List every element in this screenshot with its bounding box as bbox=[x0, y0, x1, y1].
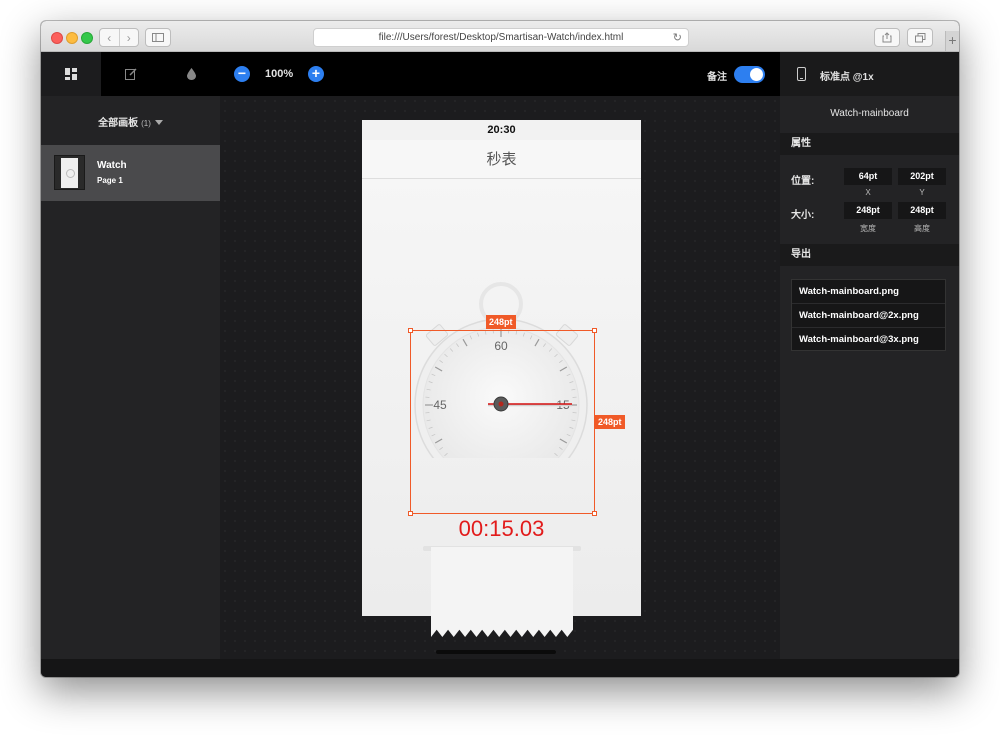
bottom-bar bbox=[41, 659, 959, 677]
inspector-panel: Watch-mainboard 属性 位置: 64pt 202pt X Y 大小… bbox=[780, 96, 959, 659]
close-window-button[interactable] bbox=[51, 32, 63, 44]
size-width-caption: 宽度 bbox=[860, 224, 876, 233]
new-tab-button[interactable]: + bbox=[945, 31, 959, 51]
back-button[interactable]: ‹ bbox=[100, 29, 119, 46]
canvas-scrollbar[interactable] bbox=[436, 650, 556, 654]
tab-annotations[interactable] bbox=[101, 52, 161, 96]
selection-box bbox=[408, 328, 597, 516]
status-bar-time: 20:30 bbox=[362, 120, 641, 140]
position-label: 位置: bbox=[791, 176, 815, 187]
export-section-header: 导出 bbox=[780, 244, 959, 266]
selection-height-badge: 248pt bbox=[595, 415, 625, 429]
tab-artboards[interactable] bbox=[41, 52, 101, 96]
zoom-in-button[interactable]: + bbox=[308, 66, 324, 82]
export-list: Watch-mainboard.png Watch-mainboard@2x.p… bbox=[791, 279, 946, 351]
export-item[interactable]: Watch-mainboard@2x.png bbox=[792, 304, 945, 328]
layer-name: Watch-mainboard bbox=[830, 108, 909, 119]
watch-area: 60 15 30 45 248pt 248pt 00:15 bbox=[362, 180, 641, 637]
artboard-filter-dropdown[interactable]: 全部画板 (1) bbox=[41, 114, 220, 129]
caret-down-icon bbox=[154, 120, 163, 125]
plus-icon: + bbox=[948, 32, 957, 48]
device-selector[interactable]: 标准点 @1x bbox=[780, 52, 959, 96]
notes-toggle[interactable] bbox=[734, 66, 765, 83]
forward-button[interactable]: › bbox=[118, 29, 139, 46]
zoom-level: 100% bbox=[265, 68, 294, 80]
url-text: file:///Users/forest/Desktop/Smartisan-W… bbox=[378, 32, 624, 43]
history-nav: ‹ › bbox=[99, 28, 139, 47]
device-scale-label: 标准点 @1x bbox=[820, 72, 874, 83]
nav-title: 秒表 bbox=[362, 140, 641, 179]
position-x-caption: X bbox=[865, 188, 871, 197]
sidebar-toggle-button[interactable] bbox=[145, 28, 171, 47]
size-width-value[interactable]: 248pt bbox=[844, 202, 892, 219]
plus-icon: + bbox=[311, 65, 321, 81]
artboard-name: Watch bbox=[97, 160, 127, 171]
laps-paper bbox=[431, 547, 573, 637]
artboard-sidebar: 全部画板 (1) Watch Page 1 bbox=[41, 96, 220, 659]
selection-handle[interactable] bbox=[408, 328, 413, 333]
artboard-filter-label: 全部画板 bbox=[98, 118, 139, 129]
artboard-count: (1) bbox=[141, 119, 151, 128]
position-y-value[interactable]: 202pt bbox=[898, 168, 946, 185]
minimize-window-button[interactable] bbox=[66, 32, 78, 44]
export-item[interactable]: Watch-mainboard@3x.png bbox=[792, 328, 945, 352]
toggle-knob bbox=[750, 68, 763, 81]
notes-toggle-label: 备注 bbox=[707, 72, 727, 83]
phone-icon bbox=[797, 67, 806, 81]
share-icon bbox=[882, 32, 892, 43]
dashboard-icon bbox=[65, 68, 77, 80]
browser-titlebar: ‹ › file:///Users/forest/Desktop/Smartis… bbox=[41, 21, 959, 52]
edit-icon bbox=[125, 68, 137, 80]
tabs-icon bbox=[914, 32, 925, 42]
design-canvas[interactable]: 20:30 秒表 60 45 248pt 248pt 00:15.03 bbox=[220, 96, 780, 656]
size-height-caption: 高度 bbox=[914, 224, 930, 233]
size-height-value[interactable]: 248pt bbox=[898, 202, 946, 219]
artboard-item-watch[interactable]: Watch Page 1 bbox=[41, 145, 220, 201]
sidebar-icon bbox=[152, 33, 164, 42]
chevron-right-icon: › bbox=[126, 30, 131, 45]
position-x-value[interactable]: 64pt bbox=[844, 168, 892, 185]
properties-section-header: 属性 bbox=[780, 133, 959, 155]
minus-icon: − bbox=[237, 65, 247, 81]
share-button[interactable] bbox=[874, 28, 900, 47]
droplet-icon bbox=[186, 68, 196, 80]
artboard-thumbnail bbox=[54, 155, 85, 190]
reload-icon[interactable]: ↻ bbox=[673, 31, 682, 44]
artboard-page: Page 1 bbox=[97, 176, 123, 185]
size-label: 大小: bbox=[791, 210, 815, 221]
chevron-left-icon: ‹ bbox=[107, 30, 112, 45]
tab-colors[interactable] bbox=[161, 52, 221, 96]
export-item[interactable]: Watch-mainboard.png bbox=[792, 280, 945, 304]
selection-width-badge: 248pt bbox=[486, 315, 516, 329]
show-tabs-button[interactable] bbox=[907, 28, 933, 47]
zoom-out-button[interactable]: − bbox=[234, 66, 250, 82]
browser-window: ‹ › file:///Users/forest/Desktop/Smartis… bbox=[41, 21, 959, 677]
selection-handle[interactable] bbox=[592, 328, 597, 333]
zoom-window-button[interactable] bbox=[81, 32, 93, 44]
elapsed-time: 00:15.03 bbox=[458, 516, 545, 541]
position-y-caption: Y bbox=[919, 188, 925, 197]
app-toolbar: − 100% + 备注 标准点 @1x bbox=[41, 52, 959, 96]
address-bar[interactable]: file:///Users/forest/Desktop/Smartisan-W… bbox=[313, 28, 689, 47]
artboard-watch[interactable]: 20:30 秒表 60 45 248pt 248pt 00:15.03 bbox=[362, 120, 641, 637]
